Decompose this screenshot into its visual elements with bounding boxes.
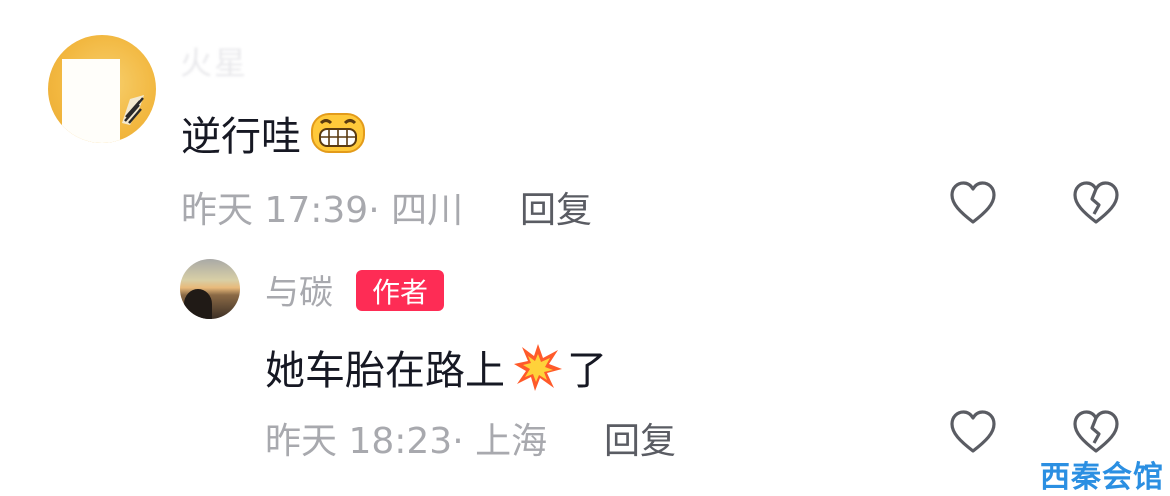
commenter-avatar[interactable] — [48, 35, 156, 143]
reply-text: 她车胎在路上 了 — [265, 338, 607, 396]
broken-heart-icon[interactable] — [1071, 407, 1121, 457]
collision-emoji-icon — [514, 344, 562, 391]
author-badge: 作者 — [356, 270, 444, 311]
meta-separator: · — [452, 421, 476, 462]
reply-button[interactable]: 回复 — [520, 181, 592, 233]
comment-meta: 昨天 17:39· 四川 — [181, 181, 463, 233]
meta-separator: · — [368, 190, 392, 231]
broken-heart-icon[interactable] — [1071, 178, 1121, 228]
reply-location: 上海 — [475, 421, 548, 462]
zebra-icon — [122, 95, 144, 125]
reply-meta: 昨天 18:23· 上海 — [265, 412, 547, 464]
comment-location: 四川 — [391, 190, 464, 231]
author-avatar[interactable] — [180, 259, 240, 319]
comment-text-content: 逆行哇 — [181, 114, 301, 160]
author-username[interactable]: 与碳 — [265, 265, 333, 314]
comment-text: 逆行哇 — [181, 104, 367, 162]
commenter-username[interactable]: 火星 — [180, 38, 248, 84]
avatar-paper-shape — [62, 59, 120, 143]
watermark: 西秦会馆 — [1040, 460, 1164, 495]
heart-outline-icon[interactable] — [948, 407, 998, 457]
reply-text-after: 了 — [567, 348, 607, 394]
reply-button[interactable]: 回复 — [604, 412, 676, 464]
comment-time: 昨天 17:39 — [181, 190, 369, 231]
avatar-person-silhouette — [184, 289, 212, 319]
reply-time: 昨天 18:23 — [265, 421, 453, 462]
grinning-face-emoji-icon — [311, 113, 365, 153]
heart-outline-icon[interactable] — [948, 178, 998, 228]
reply-text-before: 她车胎在路上 — [265, 348, 505, 394]
